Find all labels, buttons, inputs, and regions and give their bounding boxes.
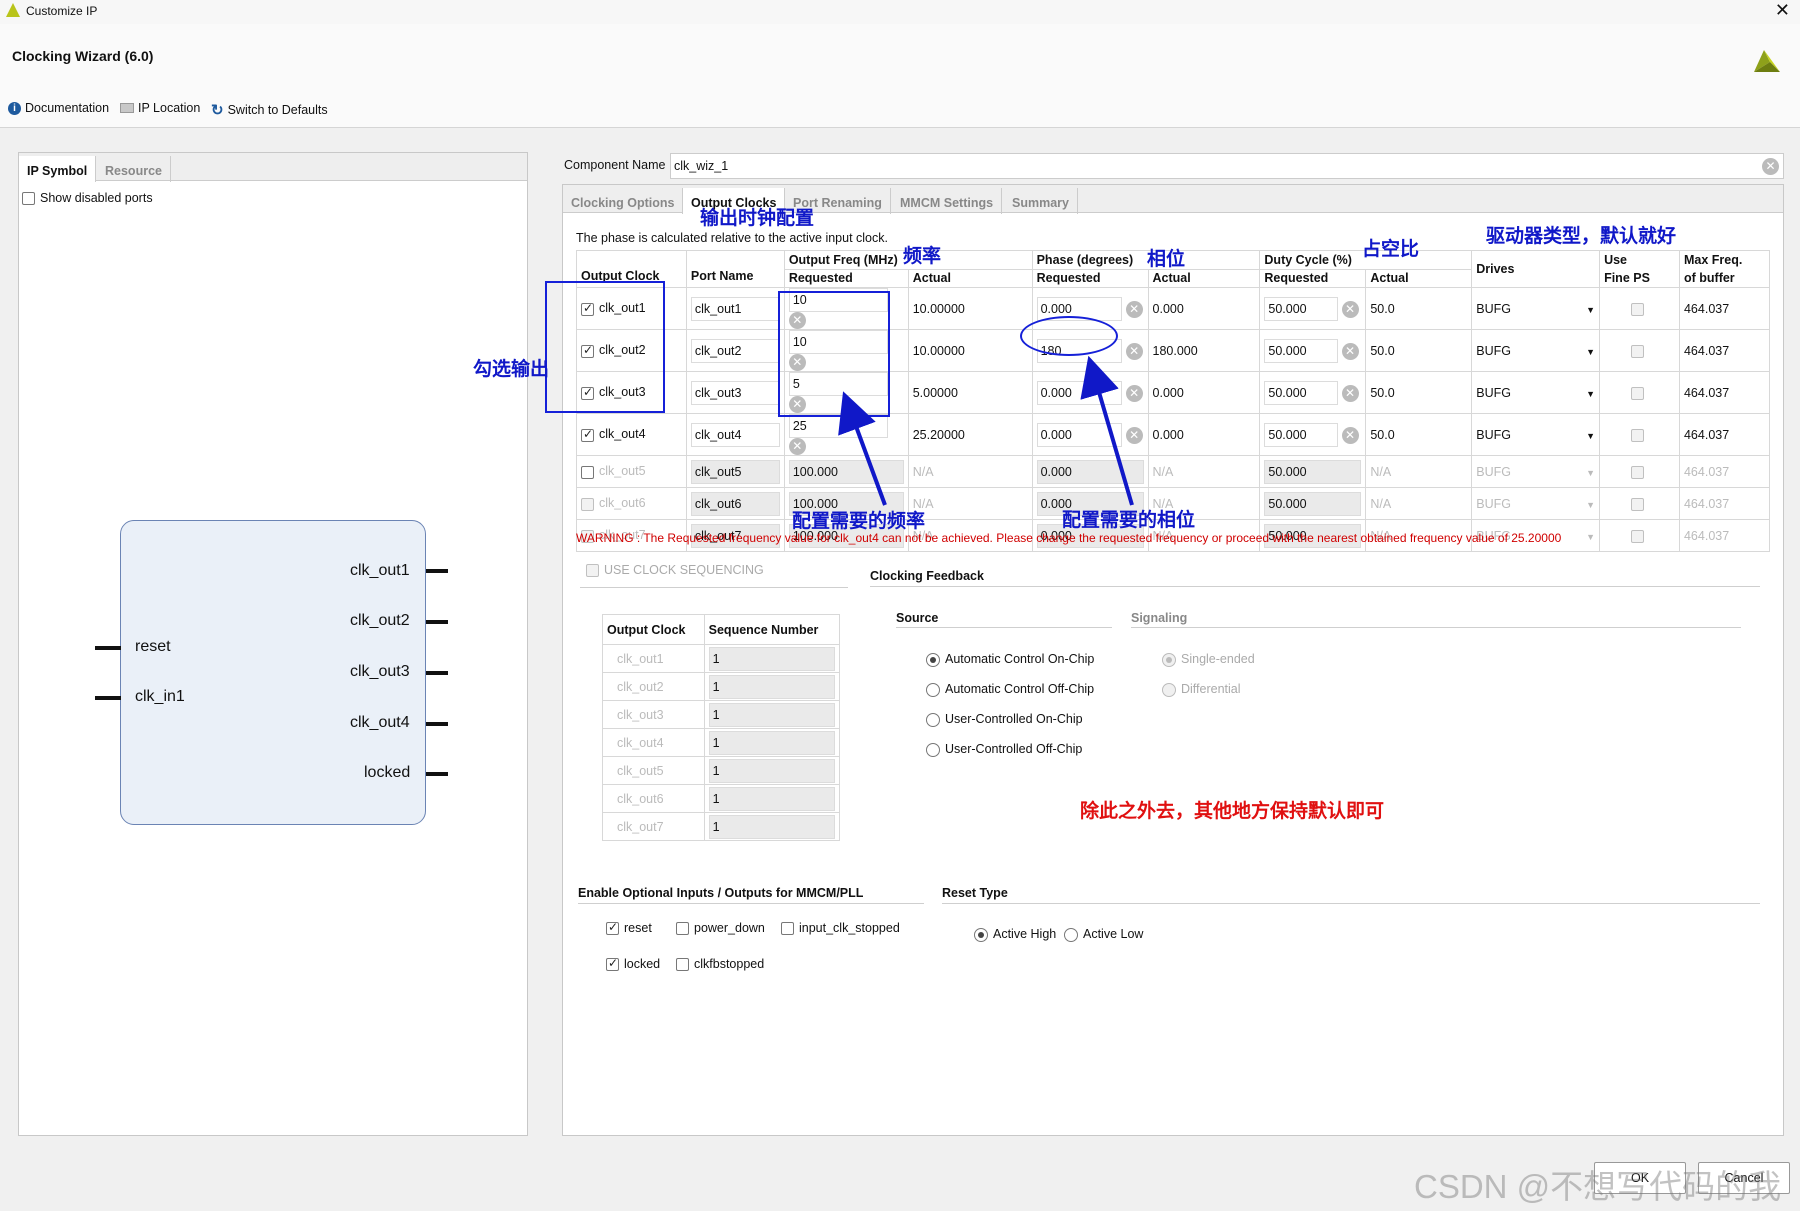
annotation-config-phase: 配置需要的相位: [1062, 509, 1196, 531]
annotation-drives: 驱动器类型，默认就好: [1486, 225, 1677, 247]
annotation-select-output: 勾选输出: [473, 358, 550, 380]
annotation-output-clock-config: 输出时钟配置: [700, 207, 815, 229]
arrow-to-phase: [1080, 355, 1134, 506]
arrow-to-frequency: [838, 391, 887, 506]
annotation-config-frequency: 配置需要的频率: [792, 510, 926, 532]
annotation-duty-cycle: 占空比: [1362, 238, 1420, 260]
annotation-frequency: 频率: [903, 245, 942, 267]
annotation-phase: 相位: [1147, 248, 1186, 270]
annotation-arrows: [838, 355, 1134, 506]
annotation-others-default: 除此之外去，其他地方保持默认即可: [1080, 800, 1385, 822]
